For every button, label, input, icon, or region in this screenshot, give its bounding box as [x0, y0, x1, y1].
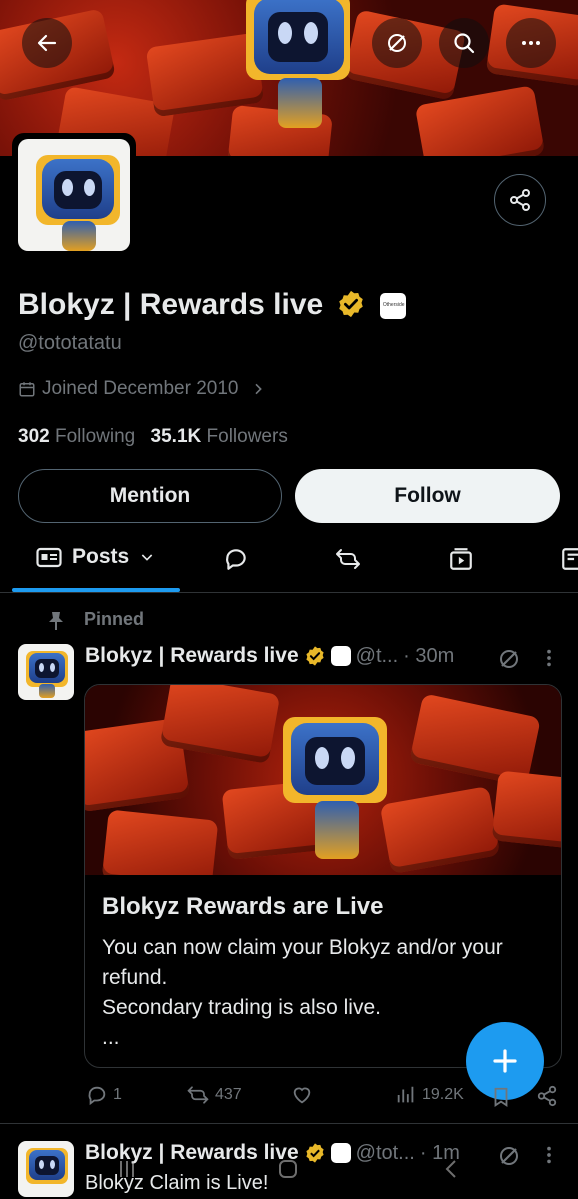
- active-tab-indicator: [12, 588, 180, 592]
- reply-count: 1: [113, 1086, 122, 1103]
- post-time: · 30m: [403, 644, 455, 667]
- calendar-icon: [19, 382, 35, 397]
- recent-apps-icon[interactable]: [115, 1157, 139, 1181]
- follow-button[interactable]: Follow: [295, 469, 560, 523]
- verified-badge-icon: [306, 646, 324, 666]
- mention-button[interactable]: Mention: [18, 469, 282, 523]
- plus-icon: [493, 1049, 517, 1073]
- media-icon: [450, 548, 472, 570]
- bookmark-icon[interactable]: [490, 1086, 512, 1108]
- grok-icon[interactable]: [497, 647, 521, 671]
- post-header: Blokyz | Rewards live @t... · 30m: [85, 644, 454, 668]
- more-options-button[interactable]: [506, 18, 556, 68]
- replies-icon: [226, 549, 246, 570]
- tab-posts[interactable]: Posts: [36, 545, 155, 569]
- grok-icon: [388, 34, 406, 52]
- chevron-right-icon: [255, 383, 263, 395]
- repost-button[interactable]: 437: [186, 1084, 242, 1106]
- views-chart-icon: [397, 1086, 414, 1103]
- search-icon: [454, 33, 475, 54]
- pinned-label: Pinned: [84, 609, 145, 629]
- followers-label: Followers: [206, 426, 288, 447]
- tab-articles[interactable]: [560, 546, 578, 577]
- pin-icon: [49, 612, 63, 630]
- home-icon[interactable]: [276, 1157, 300, 1181]
- back-arrow-icon: [37, 34, 57, 52]
- profile-tabs: Posts: [0, 534, 578, 593]
- repost-count: 437: [215, 1086, 242, 1103]
- following-count: 302: [18, 426, 50, 447]
- reply-icon: [88, 1086, 106, 1106]
- followers-count: 35.1K: [150, 426, 202, 447]
- card-text-line: Secondary trading is also live.: [102, 996, 381, 1019]
- post-handle: @t...: [355, 644, 399, 667]
- affiliate-badge[interactable]: Otherside: [379, 293, 406, 320]
- profile-display-name: Blokyz | Rewards live Otherside: [18, 288, 406, 322]
- system-nav-bar: [0, 1145, 578, 1199]
- share-post-icon[interactable]: [536, 1085, 558, 1107]
- affiliate-badge-text: Otherside: [382, 302, 405, 309]
- card-image: [85, 685, 561, 875]
- view-count: 19.2K: [422, 1086, 464, 1103]
- profile-avatar[interactable]: [18, 139, 130, 251]
- reposts-icon: [336, 549, 360, 569]
- tab-replies[interactable]: [223, 546, 249, 577]
- grok-button[interactable]: [372, 18, 422, 68]
- tab-posts-label: Posts: [72, 545, 130, 568]
- joined-date-row[interactable]: Joined December 2010: [18, 378, 266, 400]
- search-button[interactable]: [439, 18, 489, 68]
- verified-badge-icon[interactable]: [336, 289, 366, 319]
- like-button[interactable]: [290, 1084, 319, 1106]
- share-profile-button[interactable]: [494, 174, 546, 226]
- profile-handle: @tototatatu: [18, 332, 122, 354]
- post-divider: [0, 1123, 578, 1124]
- posts-icon: [36, 547, 62, 568]
- reply-button[interactable]: 1: [86, 1084, 122, 1106]
- card-text-line: You can now claim your Blokyz and/or you…: [102, 936, 503, 989]
- tab-media[interactable]: [448, 546, 474, 577]
- followers-link[interactable]: 35.1K Followers: [151, 426, 288, 447]
- back-button[interactable]: [22, 18, 72, 68]
- joined-date: Joined December 2010: [42, 378, 239, 399]
- affiliate-badge: [330, 646, 351, 666]
- following-link[interactable]: 302 Following: [18, 426, 135, 447]
- link-card[interactable]: Blokyz Rewards are Live You can now clai…: [84, 684, 562, 1068]
- repost-icon: [187, 1086, 209, 1104]
- display-name-text: Blokyz | Rewards live: [18, 288, 324, 321]
- heart-icon: [293, 1087, 311, 1104]
- post-author-avatar[interactable]: [18, 644, 74, 700]
- share-icon: [510, 189, 530, 211]
- robot-character: [246, 0, 358, 144]
- articles-icon: [562, 548, 578, 570]
- card-title: Blokyz Rewards are Live: [102, 893, 384, 920]
- system-back-icon[interactable]: [440, 1157, 464, 1181]
- views-button[interactable]: 19.2K: [395, 1084, 464, 1106]
- post-author-name[interactable]: Blokyz | Rewards live: [85, 644, 299, 668]
- more-dots-icon: [522, 41, 540, 45]
- following-label: Following: [54, 426, 136, 447]
- tab-reposts[interactable]: [334, 546, 362, 577]
- follow-counts: 302 Following 35.1K Followers: [18, 426, 288, 448]
- chevron-down-icon[interactable]: [139, 549, 155, 565]
- post-more-icon[interactable]: [538, 647, 560, 669]
